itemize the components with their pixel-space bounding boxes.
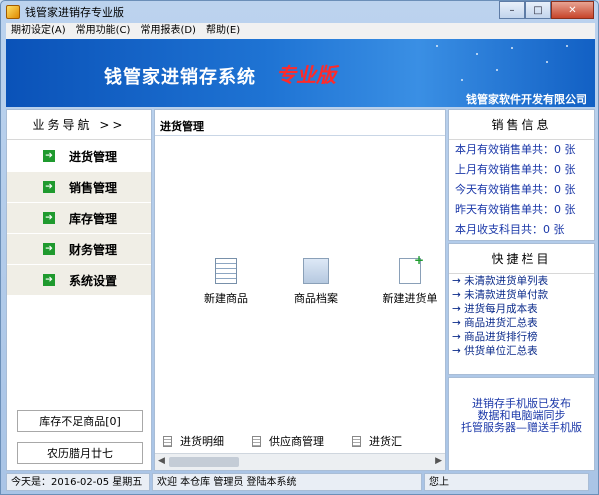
app-window: 钱管家进销存专业版 – □ ✕ 期初设定(A) 常用功能(C) 常用报表(D) … [0,0,599,495]
quick-link[interactable]: → 商品进货汇总表 [449,316,594,330]
menu-initial-settings[interactable]: 期初设定(A) [6,23,71,39]
horizontal-scrollbar[interactable]: ◀ ▶ [155,453,445,470]
lunar-date-button[interactable]: 农历腊月廿七 [17,442,143,464]
title-bar: 钱管家进销存专业版 – □ ✕ [1,1,598,23]
sales-line[interactable]: 今天有效销售单共：0 张 [449,180,594,200]
quick-link-label: 供货单位汇总表 [464,345,538,357]
low-stock-button[interactable]: 库存不足商品[0] [17,410,143,432]
tab-purchase-detail[interactable]: 进货明细 [163,433,224,449]
quick-link-label: 商品进货排行榜 [464,331,538,343]
tile-label: 商品档案 [294,292,338,305]
sales-line[interactable]: 昨天有效销售单共：0 张 [449,200,594,220]
mobile-promo-panel[interactable]: 进销存手机版已发布 数据和电脑端同步 托管服务器—赠送手机版 [448,377,595,471]
nav-item-settings[interactable]: ➔ 系统设置 [7,265,151,295]
sales-line[interactable]: 本月收支科目共：0 张 [449,220,594,240]
banner-title: 钱管家进销存系统 [104,67,256,88]
nav-item-label: 销售管理 [69,180,118,195]
nav-item-sales[interactable]: ➔ 销售管理 [7,172,151,202]
banner-star [566,45,568,47]
arrow-right-icon: ➔ [43,243,55,255]
status-welcome: 欢迎 本仓库 管理员 登陆本系统 [152,473,422,491]
app-logo-icon [6,5,20,19]
main-panel: 进货管理 新建商品 商品档案 新建进货单 进货明细 供应商管理 进货汇 ◀ ▶ [154,109,446,471]
scroll-left-icon[interactable]: ◀ [158,456,165,466]
tab-label: 供应商管理 [269,435,324,448]
scroll-thumb[interactable] [169,457,239,467]
status-right: 您上 [424,473,589,491]
nav-item-label: 库存管理 [69,211,118,226]
status-bar: 今天是：2016-02-05 星期五 欢迎 本仓库 管理员 登陆本系统 您上 [6,473,595,491]
nav-item-label: 系统设置 [69,273,118,288]
window-title: 钱管家进销存专业版 [25,6,124,19]
right-column: 销售信息 本月有效销售单共：0 张 上月有效销售单共：0 张 今天有效销售单共：… [448,109,595,471]
quick-link[interactable]: → 供货单位汇总表 [449,344,594,358]
nav-item-finance[interactable]: ➔ 财务管理 [7,234,151,264]
sales-info-header: 销售信息 [449,110,594,140]
nav-item-label: 进货管理 [69,149,118,164]
sales-line[interactable]: 本月有效销售单共：0 张 [449,140,594,160]
nav-header[interactable]: 业务导航 >> [7,110,151,140]
tab-label: 进货明细 [180,435,224,448]
menu-bar: 期初设定(A) 常用功能(C) 常用报表(D) 帮助(E) [6,23,595,39]
arrow-right-icon: ➔ [43,212,55,224]
minimize-button[interactable]: – [499,1,525,19]
bottom-tabs: 进货明细 供应商管理 进货汇 [155,432,445,450]
tile-new-purchase-bill[interactable]: 新建进货单 [373,253,447,306]
banner-star [461,79,463,81]
tab-label: 进货汇 [369,435,402,448]
quick-links-header: 快捷栏目 [449,244,594,274]
banner-star [476,53,478,55]
tile-label: 新建进货单 [382,292,438,305]
quick-link-label: 进货每月成本表 [464,303,538,315]
sales-info-panel: 销售信息 本月有效销售单共：0 张 上月有效销售单共：0 张 今天有效销售单共：… [448,109,595,241]
page-title: 进货管理 [160,120,204,133]
status-date: 今天是：2016-02-05 星期五 [6,473,150,491]
banner-company: 钱管家软件开发有限公司 [466,93,587,106]
tile-product-archive[interactable]: 商品档案 [279,258,353,306]
quick-link-label: 未清款进货单付款 [464,289,549,301]
banner-star [511,47,513,49]
menu-common-functions[interactable]: 常用功能(C) [71,23,136,39]
new-document-icon [399,253,424,284]
quick-link[interactable]: → 商品进货排行榜 [449,330,594,344]
tile-label: 新建商品 [204,292,248,305]
promo-line: 托管服务器—赠送手机版 [461,421,582,434]
banner-star [496,69,498,71]
cards-icon [303,258,329,284]
document-icon [215,258,237,284]
quick-link-label: 商品进货汇总表 [464,317,538,329]
arrow-right-icon: ➔ [43,274,55,286]
list-icon [352,435,361,447]
arrow-right-icon: ➔ [43,150,55,162]
nav-item-inventory[interactable]: ➔ 库存管理 [7,203,151,233]
quick-link[interactable]: → 未清款进货单付款 [449,288,594,302]
menu-help[interactable]: 帮助(E) [201,23,245,39]
tab-supplier-management[interactable]: 供应商管理 [252,433,324,449]
arrow-right-icon: ➔ [43,181,55,193]
nav-item-label: 财务管理 [69,242,118,257]
quick-link[interactable]: → 进货每月成本表 [449,302,594,316]
banner-edition: 专业版 [276,63,336,87]
close-button[interactable]: ✕ [551,1,594,19]
quick-link[interactable]: → 未清款进货单列表 [449,274,594,288]
tab-purchase-summary[interactable]: 进货汇 [352,433,402,449]
quick-link-label: 未清款进货单列表 [464,275,549,287]
sales-line[interactable]: 上月有效销售单共：0 张 [449,160,594,180]
promo-text: 进销存手机版已发布 数据和电脑端同步 托管服务器—赠送手机版 [449,398,594,434]
menu-common-reports[interactable]: 常用报表(D) [135,23,201,39]
banner: 钱管家进销存系统 专业版 钱管家软件开发有限公司 [6,39,595,107]
quick-links-panel: 快捷栏目 → 未清款进货单列表 → 未清款进货单付款 → 进货每月成本表 → 商… [448,243,595,375]
list-icon [252,435,261,447]
scroll-right-icon[interactable]: ▶ [435,456,442,466]
divider [155,135,445,136]
nav-item-purchase[interactable]: ➔ 进货管理 [7,141,151,171]
tile-new-product[interactable]: 新建商品 [189,258,263,306]
business-nav: 业务导航 >> ➔ 进货管理 ➔ 销售管理 ➔ 库存管理 ➔ 财务管理 ➔ 系统设置 库存… [6,109,152,471]
window-controls: – □ ✕ [499,1,594,19]
maximize-button[interactable]: □ [525,1,551,19]
banner-star [436,45,438,47]
list-icon [163,435,172,447]
banner-star [546,61,548,63]
